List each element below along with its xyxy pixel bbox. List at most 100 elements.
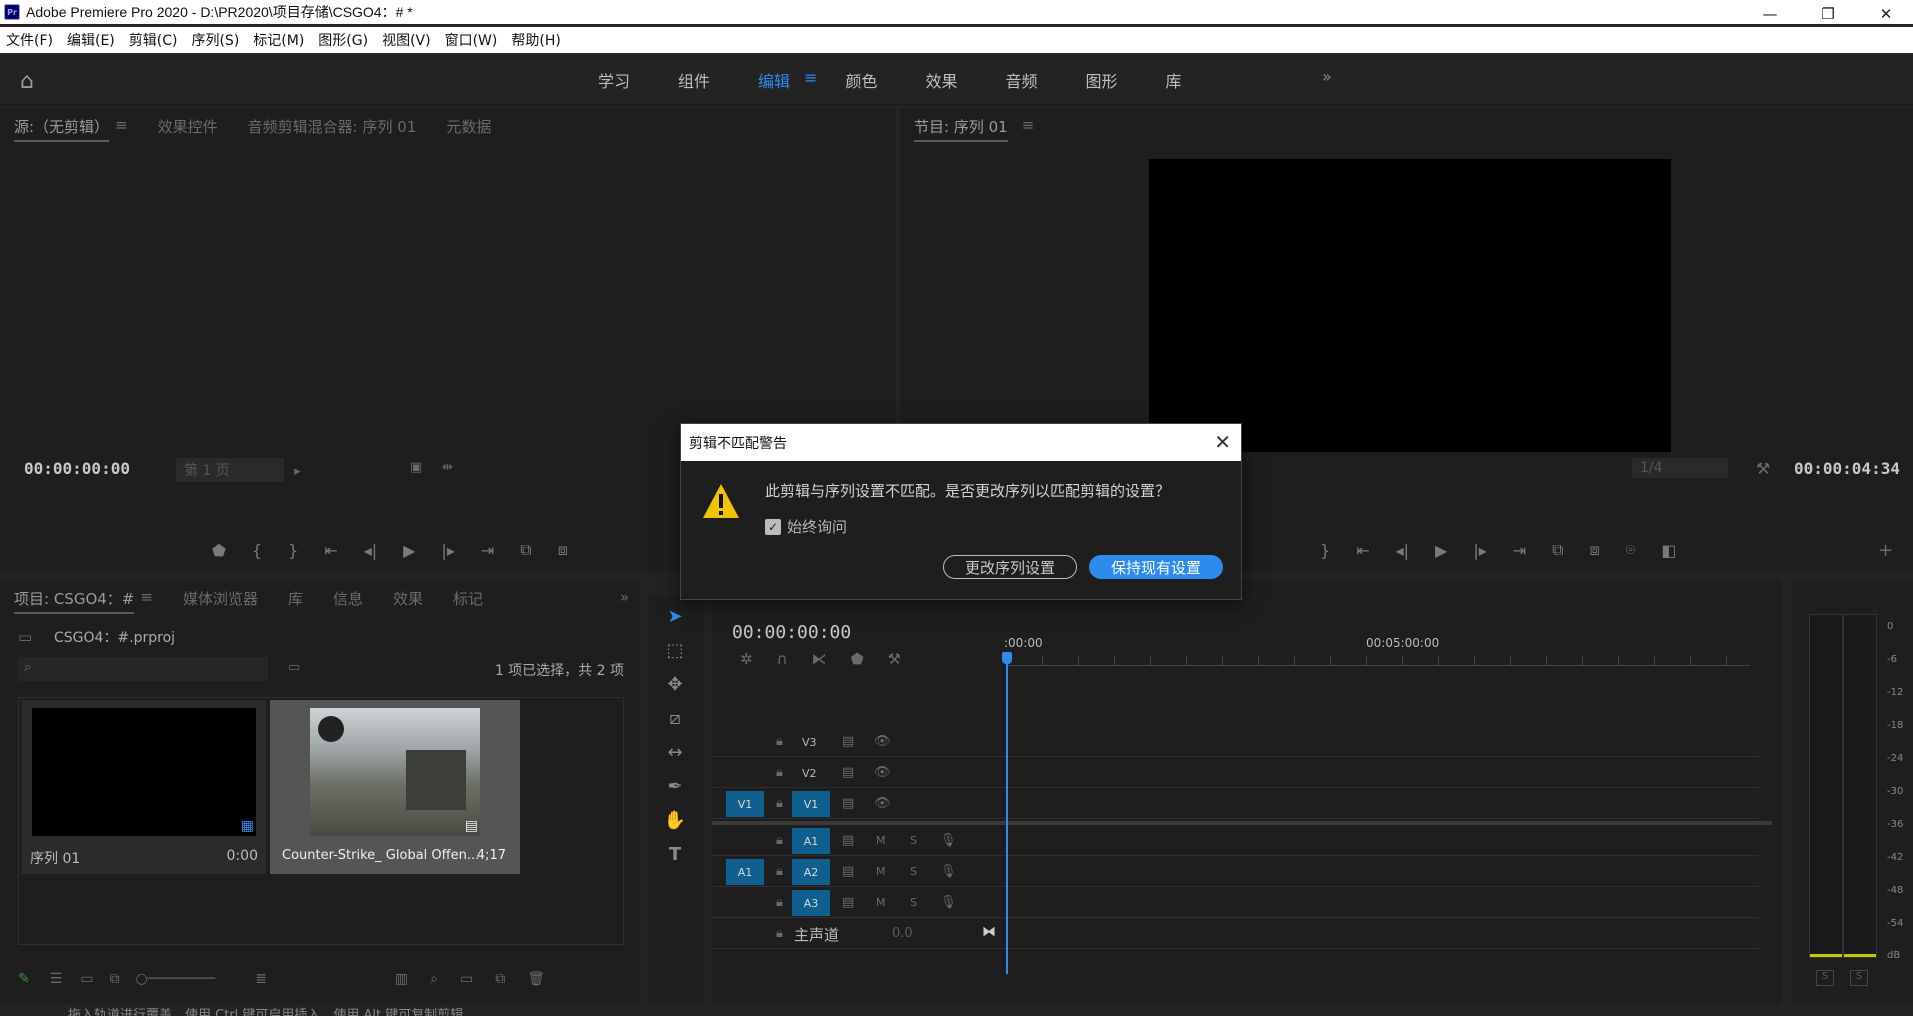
resolution-select[interactable]: 1/4: [1632, 458, 1728, 478]
tab-project[interactable]: 项目: CSGO4：#: [14, 588, 135, 614]
workspace-tab-audio[interactable]: 音频: [1005, 68, 1037, 92]
menu-window[interactable]: 窗口(W): [445, 30, 498, 50]
insert-icon[interactable]: ⧉: [520, 540, 531, 560]
sync-lock-icon[interactable]: ▤: [842, 833, 854, 848]
workspace-more-icon[interactable]: »: [1322, 67, 1332, 86]
menu-sequence[interactable]: 序列(S): [191, 30, 239, 50]
find-icon[interactable]: ⌕: [430, 971, 438, 987]
nest-icon[interactable]: ✲: [740, 650, 753, 668]
microphone-icon[interactable]: 🎙︎: [940, 864, 957, 879]
list-view-icon[interactable]: ☰: [50, 971, 63, 987]
add-marker-icon[interactable]: ⬟: [851, 650, 864, 668]
source-patch-a1[interactable]: A1: [726, 859, 764, 885]
eye-icon[interactable]: 👁︎: [874, 796, 891, 811]
step-back-icon[interactable]: ◂|: [1396, 541, 1409, 560]
playhead-handle[interactable]: [1002, 652, 1012, 664]
mute-button[interactable]: M: [876, 896, 886, 909]
page-select[interactable]: 第 1 页: [176, 458, 284, 482]
tab-effects[interactable]: 效果: [393, 588, 423, 614]
lock-icon[interactable]: 🔒︎: [776, 765, 783, 780]
lock-icon[interactable]: 🔒︎: [776, 734, 783, 749]
hamburger-icon[interactable]: ≡: [115, 116, 128, 142]
sync-lock-icon[interactable]: ▤: [842, 895, 854, 910]
tab-info[interactable]: 信息: [333, 588, 363, 614]
eye-icon[interactable]: 👁︎: [874, 765, 891, 780]
mute-button[interactable]: M: [876, 834, 886, 847]
mute-button[interactable]: M: [876, 865, 886, 878]
new-bin-footer-icon[interactable]: ▭: [460, 971, 473, 987]
razor-tool-icon[interactable]: ⧄: [662, 708, 688, 729]
menu-help[interactable]: 帮助(H): [511, 30, 560, 50]
home-icon[interactable]: ⌂: [20, 69, 34, 94]
solo-right-button[interactable]: S: [1850, 970, 1868, 986]
tab-audio-clip-mixer[interactable]: 音频剪辑混合器: 序列 01: [248, 116, 417, 142]
project-menu-icon[interactable]: ≡: [140, 588, 153, 614]
sync-lock-icon[interactable]: ▤: [842, 796, 854, 811]
play-arrow-icon[interactable]: ▸: [294, 464, 301, 479]
type-tool-icon[interactable]: T: [662, 844, 688, 865]
program-timecode[interactable]: 00:00:04:34: [1794, 459, 1900, 478]
menu-markers[interactable]: 标记(M): [253, 30, 304, 50]
minimize-button[interactable]: —: [1741, 0, 1799, 28]
extract-icon[interactable]: ⧈: [1590, 540, 1600, 560]
workspace-tab-graphics[interactable]: 图形: [1086, 68, 1118, 92]
step-forward-icon[interactable]: |▸: [441, 541, 454, 560]
workspace-tab-color[interactable]: 颜色: [845, 68, 877, 92]
master-volume-value[interactable]: 0.0: [892, 926, 913, 941]
menu-edit[interactable]: 编辑(E): [67, 30, 115, 50]
sync-lock-icon[interactable]: ▤: [842, 765, 854, 780]
comparison-view-icon[interactable]: ◧: [1661, 541, 1676, 560]
close-window-button[interactable]: ✕: [1857, 0, 1913, 28]
workspace-tab-effects[interactable]: 效果: [925, 68, 957, 92]
microphone-icon[interactable]: 🎙︎: [940, 895, 957, 910]
track-target-a2[interactable]: A2: [792, 859, 830, 885]
track-target-a1[interactable]: A1: [792, 828, 830, 854]
icon-view-icon[interactable]: ▭: [80, 971, 93, 987]
go-to-out-icon[interactable]: ⇥: [481, 541, 494, 560]
restore-button[interactable]: ❐: [1799, 0, 1857, 28]
source-patch-v1[interactable]: V1: [726, 791, 764, 817]
go-to-out-icon[interactable]: ⇥: [1513, 541, 1526, 560]
tab-markers[interactable]: 标记: [453, 588, 483, 614]
hand-tool-icon[interactable]: ✋: [662, 810, 688, 831]
overwrite-icon[interactable]: ⧈: [558, 540, 568, 560]
track-select-icon[interactable]: ⬚: [662, 640, 688, 661]
tab-libraries[interactable]: 库: [288, 588, 303, 614]
program-menu-icon[interactable]: ≡: [1022, 116, 1035, 142]
play-icon[interactable]: ▶: [403, 541, 415, 560]
tab-media-browser[interactable]: 媒体浏览器: [183, 588, 258, 614]
solo-button[interactable]: S: [910, 865, 917, 878]
snap-icon[interactable]: ∩: [777, 650, 788, 668]
drag-icon[interactable]: ⇹: [442, 460, 453, 475]
mark-out-icon[interactable]: }: [1320, 541, 1330, 560]
export-frame-icon[interactable]: ⌾: [1626, 540, 1636, 560]
ripple-edit-icon[interactable]: ✥: [662, 674, 688, 695]
solo-left-button[interactable]: S: [1816, 970, 1834, 986]
tab-program[interactable]: 节目: 序列 01: [914, 116, 1008, 142]
timeline-settings-icon[interactable]: ⚒: [888, 650, 901, 668]
lock-icon[interactable]: 🔒︎: [776, 895, 783, 910]
source-timecode[interactable]: 00:00:00:00: [24, 459, 130, 478]
menu-view[interactable]: 视图(V): [382, 30, 431, 50]
workspace-menu-icon[interactable]: ≡: [804, 68, 817, 92]
lock-icon[interactable]: 🔒︎: [776, 796, 783, 811]
sync-lock-icon[interactable]: ▤: [842, 864, 854, 879]
automate-icon[interactable]: ▥: [395, 971, 408, 987]
workspace-tab-editing[interactable]: 编辑: [758, 68, 790, 92]
play-icon[interactable]: ▶: [1435, 541, 1447, 560]
sequence-item[interactable]: ▦ 序列 01 0:00: [22, 700, 266, 874]
lock-icon[interactable]: 🔒︎: [776, 833, 783, 848]
tab-source[interactable]: 源:（无剪辑）: [14, 116, 110, 142]
time-ruler[interactable]: [1006, 656, 1750, 666]
timeline-timecode[interactable]: 00:00:00:00: [732, 622, 851, 643]
selection-tool-icon[interactable]: ➤: [662, 606, 688, 627]
new-item-icon[interactable]: ⧉: [495, 971, 505, 987]
mark-out-icon[interactable]: }: [288, 541, 298, 560]
keep-existing-settings-button[interactable]: 保持现有设置: [1089, 555, 1223, 579]
workspace-tab-libraries[interactable]: 库: [1166, 68, 1182, 92]
project-search-input[interactable]: ⌕: [18, 657, 268, 681]
panel-overflow-icon[interactable]: »: [620, 588, 629, 606]
mark-in-icon[interactable]: {: [252, 541, 262, 560]
new-bin-icon[interactable]: ▭: [288, 660, 300, 675]
menu-clip[interactable]: 剪辑(C): [129, 30, 178, 50]
